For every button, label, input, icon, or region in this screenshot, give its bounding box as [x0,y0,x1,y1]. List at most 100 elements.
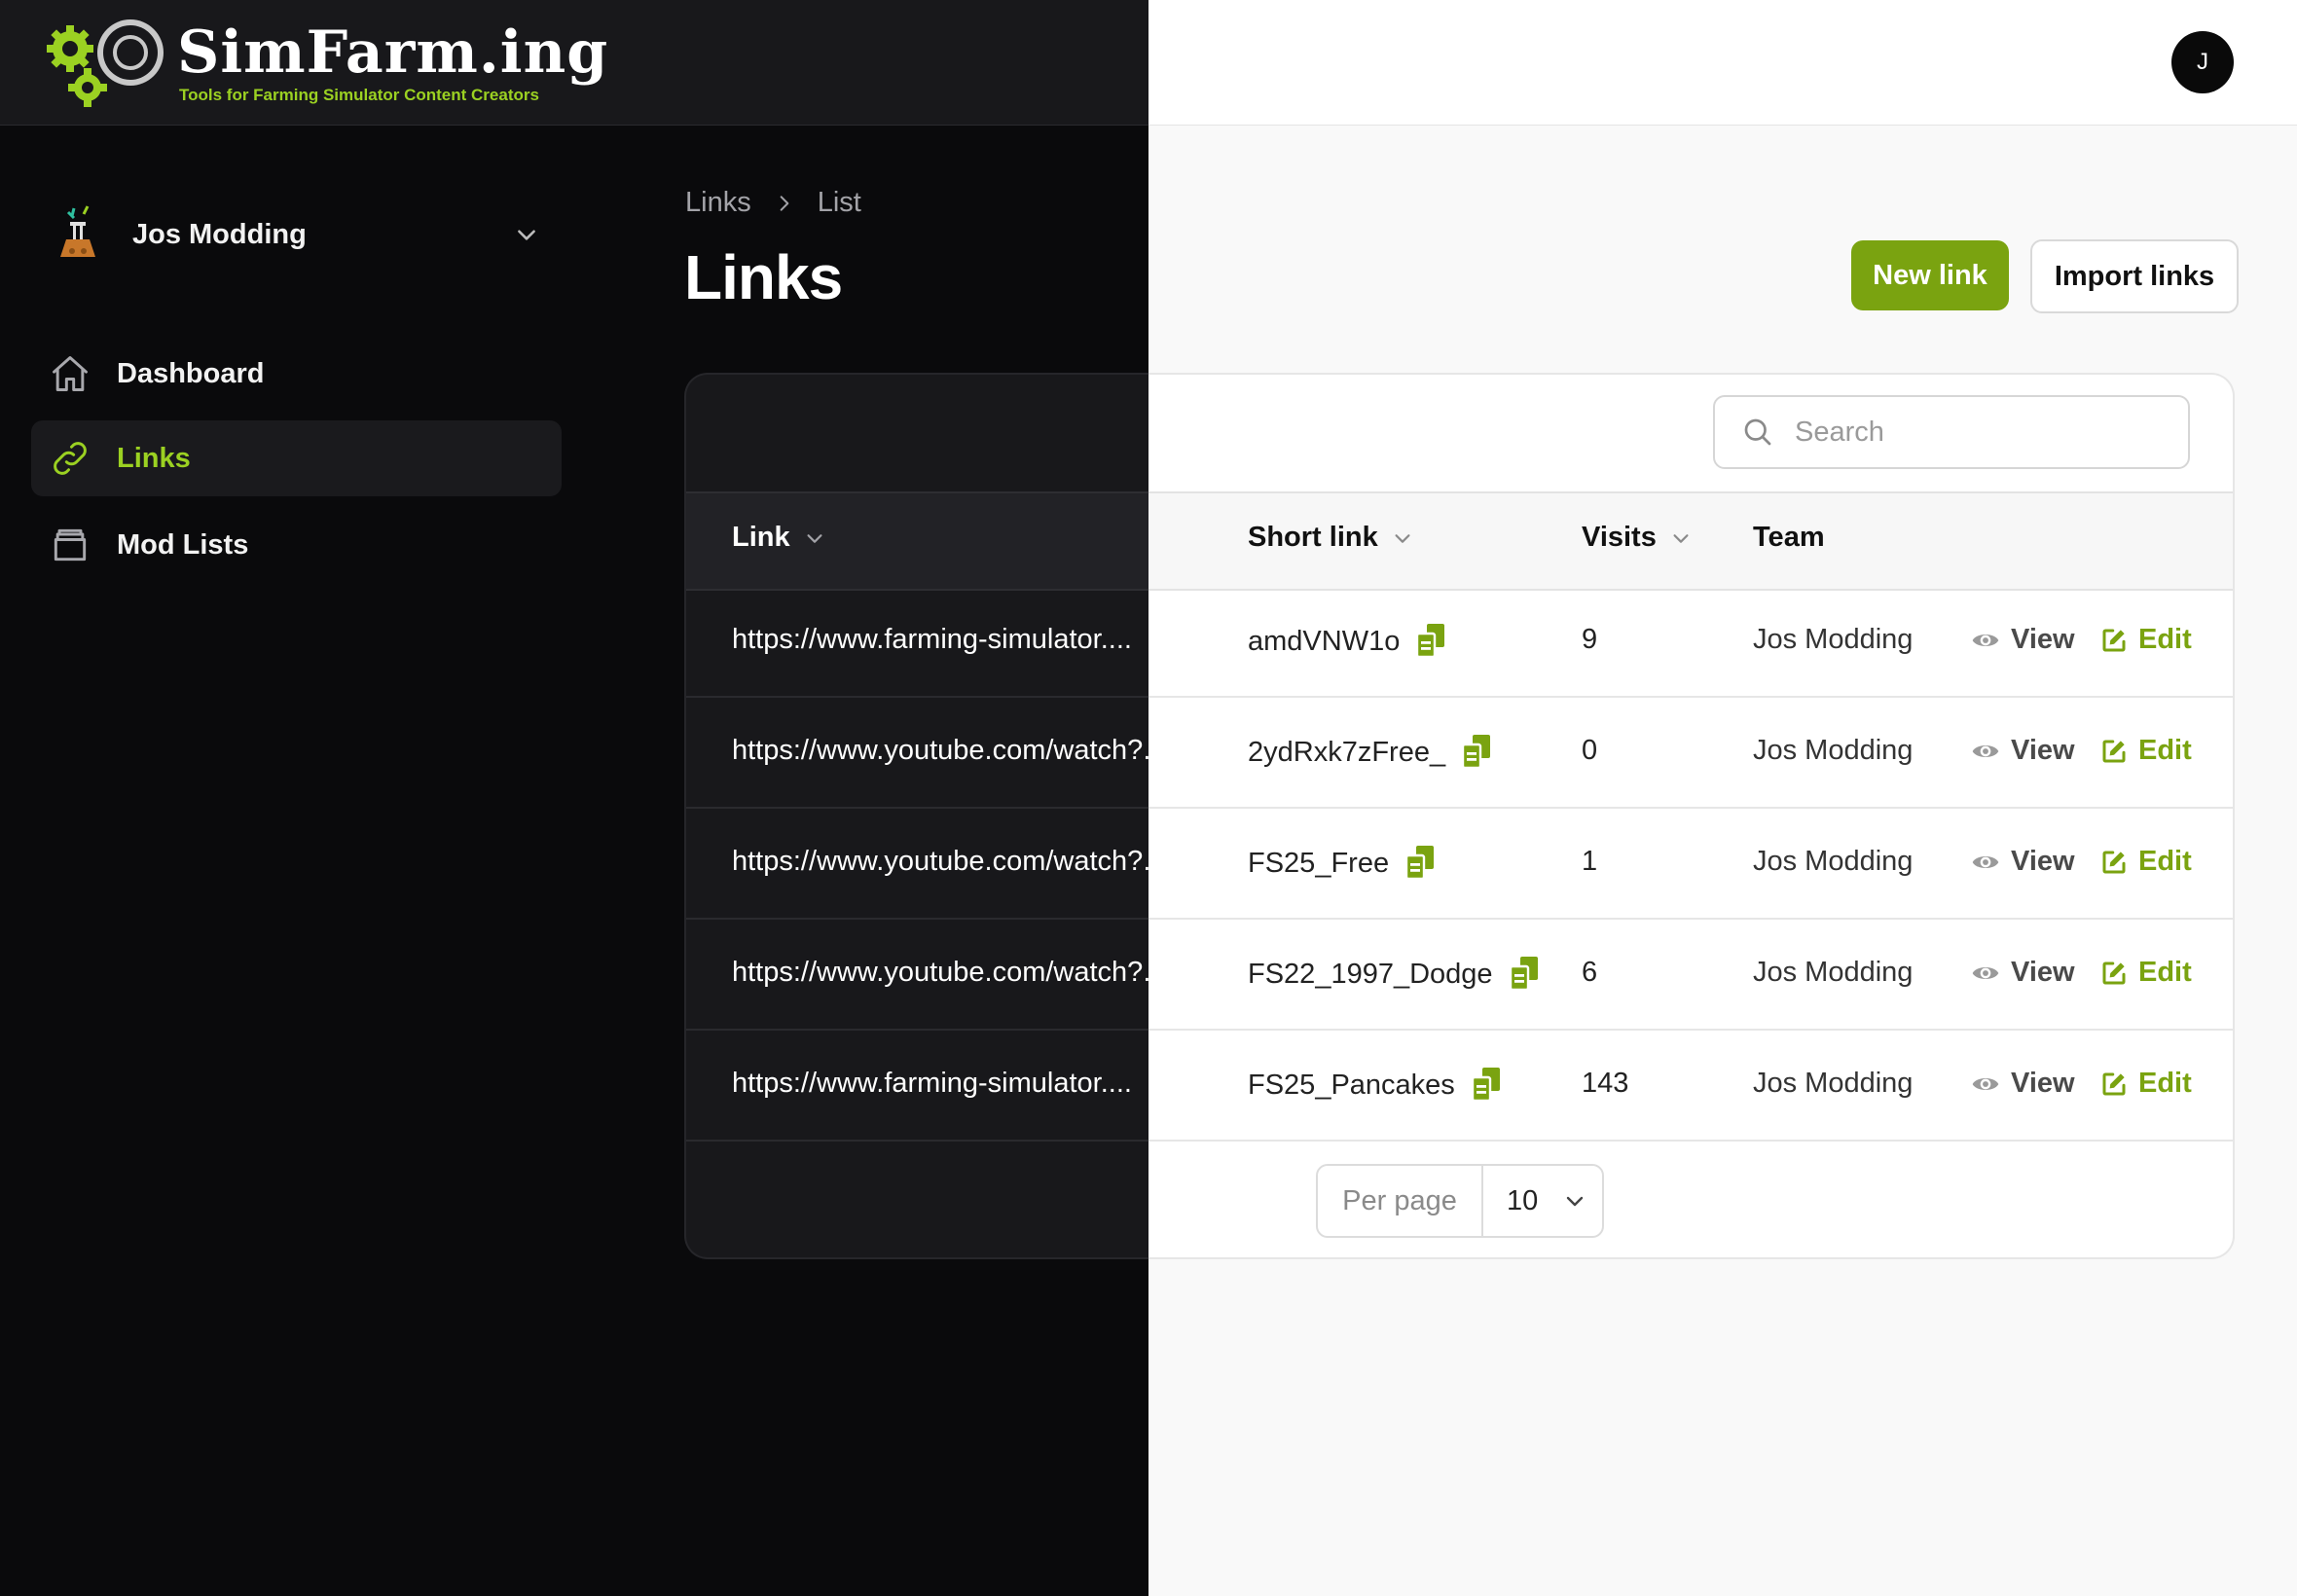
row-divider [686,1029,1148,1031]
view-button[interactable]: View [1970,624,2075,656]
brand-logo[interactable]: SimFarm.ing Tools for Farming Simulator … [43,14,607,111]
view-label: View [2011,735,2075,766]
brand-subtitle: Tools for Farming Simulator Content Crea… [179,86,539,104]
edit-label: Edit [2138,957,2192,988]
column-header-label: Link [732,522,790,553]
table-row-short-link: 2ydRxk7zFree_ [1248,735,1492,770]
row-divider [686,918,1148,920]
sidebar-item-mod-lists[interactable]: Mod Lists [31,507,562,583]
search-input[interactable] [1793,415,2167,450]
row-divider [1148,696,2233,698]
row-divider [686,807,1148,809]
table-row-team: Jos Modding [1753,957,1914,988]
home-icon [53,356,88,391]
table-row-team: Jos Modding [1753,624,1914,655]
column-header-label: Short link [1248,522,1378,553]
chevron-down-icon [518,230,535,240]
edit-button[interactable]: Edit [2099,1068,2192,1100]
link-icon [54,442,87,475]
eye-icon [1972,634,1999,646]
sidebar-item-label: Mod Lists [117,528,249,561]
per-page-label: Per page [1318,1166,1483,1236]
per-page-value[interactable]: 10 [1483,1185,1586,1217]
view-label: View [2011,1068,2075,1099]
edit-button[interactable]: Edit [2099,846,2192,878]
archive-icon [54,528,87,562]
row-divider [686,696,1148,698]
sidebar-item-links[interactable]: Links [31,420,562,496]
view-button[interactable]: View [1970,1068,2075,1100]
edit-button[interactable]: Edit [2099,735,2192,767]
copy-icon[interactable] [1404,846,1436,881]
avatar[interactable]: J [2171,31,2234,93]
column-header-visits[interactable]: Visits [1582,522,1692,554]
table-row-link[interactable]: https://www.youtube.com/watch?... [732,846,1194,878]
sidebar-item-label: Dashboard [117,357,265,389]
search-icon [1744,418,1771,446]
edit-label: Edit [2138,735,2192,766]
copy-icon[interactable] [1415,624,1446,659]
row-divider [1148,1140,2233,1142]
column-header-team: Team [1753,522,1825,554]
short-link-text: FS25_Free [1248,847,1390,879]
table-row-link[interactable]: https://www.youtube.com/watch?... [732,735,1194,767]
table-row-visits: 0 [1582,735,1598,766]
import-links-button[interactable]: Import links [2030,239,2239,313]
view-label: View [2011,846,2075,877]
edit-button[interactable]: Edit [2099,957,2192,989]
eye-icon [1972,855,1999,868]
copy-icon[interactable] [1461,735,1492,770]
edit-label: Edit [2138,624,2192,655]
per-page-value-text: 10 [1507,1184,1539,1216]
search-field[interactable] [1713,395,2190,469]
team-logo-icon [60,205,95,257]
short-link-text: FS22_1997_Dodge [1248,958,1493,990]
gears-logo-icon [47,19,164,107]
table-row-team: Jos Modding [1753,1068,1914,1099]
sort-chevron-icon [1673,533,1689,543]
eye-icon [1972,1077,1999,1090]
table-row-link[interactable]: https://www.youtube.com/watch?... [732,957,1194,989]
chevron-down-icon [1567,1196,1584,1207]
edit-label: Edit [2138,846,2192,877]
sort-chevron-icon [1395,533,1410,543]
team-name: Jos Modding [132,218,307,250]
view-button[interactable]: View [1970,735,2075,767]
column-header-label: Team [1753,522,1825,553]
view-button[interactable]: View [1970,957,2075,989]
table-row-short-link: FS25_Free [1248,846,1436,881]
table-row-visits: 1 [1582,846,1598,877]
row-divider [686,1140,1148,1142]
table-row-visits: 6 [1582,957,1598,988]
table-row-visits: 9 [1582,624,1598,655]
column-header-short-link[interactable]: Short link [1248,522,1413,554]
column-header-label: Visits [1582,522,1657,553]
copy-icon[interactable] [1471,1068,1502,1103]
copy-icon[interactable] [1509,957,1540,992]
column-header-link[interactable]: Link [732,522,825,554]
table-row-link[interactable]: https://www.farming-simulator.... [732,624,1194,656]
edit-icon [2102,1072,2126,1095]
breadcrumb-links[interactable]: Links [685,187,751,219]
new-link-button[interactable]: New link [1851,240,2009,310]
table-row-link[interactable]: https://www.farming-simulator.... [732,1068,1194,1100]
table-row-short-link: amdVNW1o [1248,624,1446,659]
table-row-short-link: FS25_Pancakes [1248,1068,1502,1103]
view-button[interactable]: View [1970,846,2075,878]
sidebar-item-dashboard[interactable]: Dashboard [31,336,562,412]
per-page-select[interactable]: Per page 10 [1316,1164,1604,1238]
row-divider [1148,918,2233,920]
page-title: Links [684,242,843,312]
brand-title: SimFarm.ing [177,18,609,87]
breadcrumb-list: List [817,187,861,218]
edit-icon [2102,629,2126,651]
short-link-text: amdVNW1o [1248,625,1401,657]
edit-button[interactable]: Edit [2099,624,2192,656]
row-divider [1148,807,2233,809]
edit-icon [2102,851,2126,873]
table-row-team: Jos Modding [1753,846,1914,877]
row-divider [1148,1029,2233,1031]
topbar-right [1148,0,2297,126]
edit-icon [2102,740,2126,762]
team-switcher[interactable]: Jos Modding [49,200,545,269]
